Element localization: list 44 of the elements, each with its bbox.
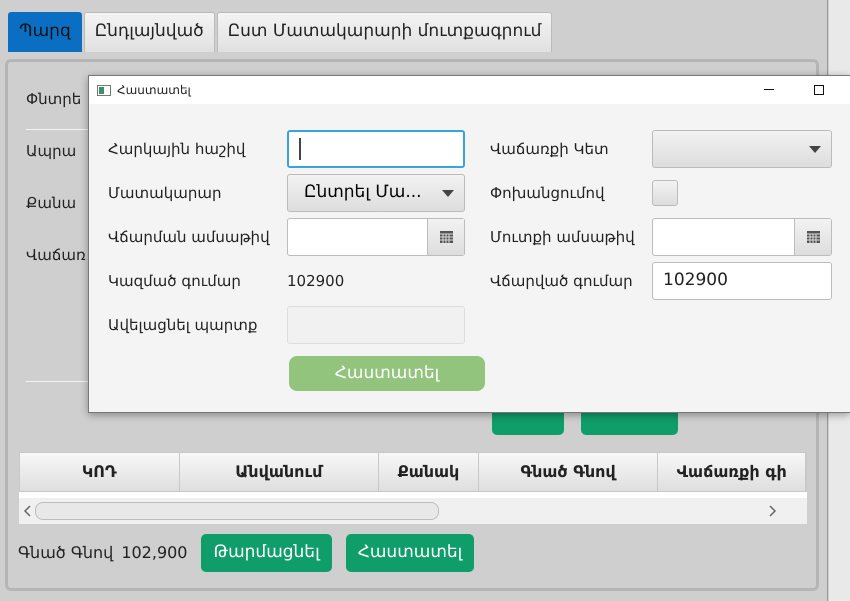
- column-header[interactable]: Գնած Գնով: [478, 453, 658, 491]
- date-field[interactable]: [652, 218, 832, 256]
- column-header[interactable]: Քանակ: [379, 453, 479, 491]
- field-label: Մատակարար: [108, 182, 222, 204]
- field-label: Վճարման ամսաթիվ: [108, 226, 271, 248]
- input-field[interactable]: [287, 130, 465, 168]
- tab[interactable]: Ընդլայնված: [84, 12, 215, 52]
- minimize-icon[interactable]: [764, 89, 774, 91]
- field-label: Մուտքի ամսաթիվ: [490, 226, 636, 248]
- column-header[interactable]: ԿՈԴ: [20, 453, 180, 491]
- calendar-button[interactable]: [794, 219, 831, 255]
- field-label: Փնտրե: [26, 89, 82, 110]
- scroll-left-icon[interactable]: [23, 505, 31, 517]
- total-label: Գնած Գնով: [18, 542, 114, 564]
- field-label: Վճարված գումար: [490, 270, 634, 292]
- calendar-icon: [440, 231, 452, 243]
- maximize-icon[interactable]: [814, 85, 824, 95]
- calendar-button[interactable]: [427, 219, 464, 255]
- field-label: Ապրա: [26, 141, 76, 162]
- amount-value: 102900: [287, 270, 346, 292]
- scroll-right-icon[interactable]: [769, 505, 777, 517]
- field-label: Վաճառքի Կետ: [490, 138, 610, 160]
- field-label: Ավելացնել պարտք: [108, 314, 258, 336]
- field-label: Վաճառ: [26, 245, 86, 266]
- dropdown-caret-icon: [809, 146, 821, 152]
- input-field[interactable]: 102900: [652, 262, 832, 300]
- app-icon: [97, 84, 111, 96]
- total-value: 102,900: [121, 542, 188, 564]
- window-title: Հաստատել: [117, 82, 191, 99]
- field-label: Հարկային հաշիվ: [108, 138, 247, 160]
- dropdown[interactable]: Ընտրել Մա...: [287, 174, 465, 212]
- calendar-icon: [806, 231, 820, 243]
- horizontal-scrollbar[interactable]: [19, 498, 807, 524]
- column-header[interactable]: Անվանում: [180, 453, 380, 491]
- checkbox[interactable]: [652, 180, 678, 206]
- tab[interactable]: Ըստ Մատակարարի մուտքագրում: [216, 12, 552, 52]
- field-label: Քանա: [26, 193, 76, 214]
- tab[interactable]: Պարզ: [8, 12, 82, 52]
- field-label: Փոխանցումով: [490, 182, 606, 204]
- column-header[interactable]: Վաճառքի գի: [658, 453, 806, 491]
- date-field[interactable]: [287, 218, 465, 256]
- scroll-thumb[interactable]: [35, 502, 439, 520]
- field-label: Կազմած գումար: [108, 270, 242, 292]
- dropdown-caret-icon: [442, 190, 454, 196]
